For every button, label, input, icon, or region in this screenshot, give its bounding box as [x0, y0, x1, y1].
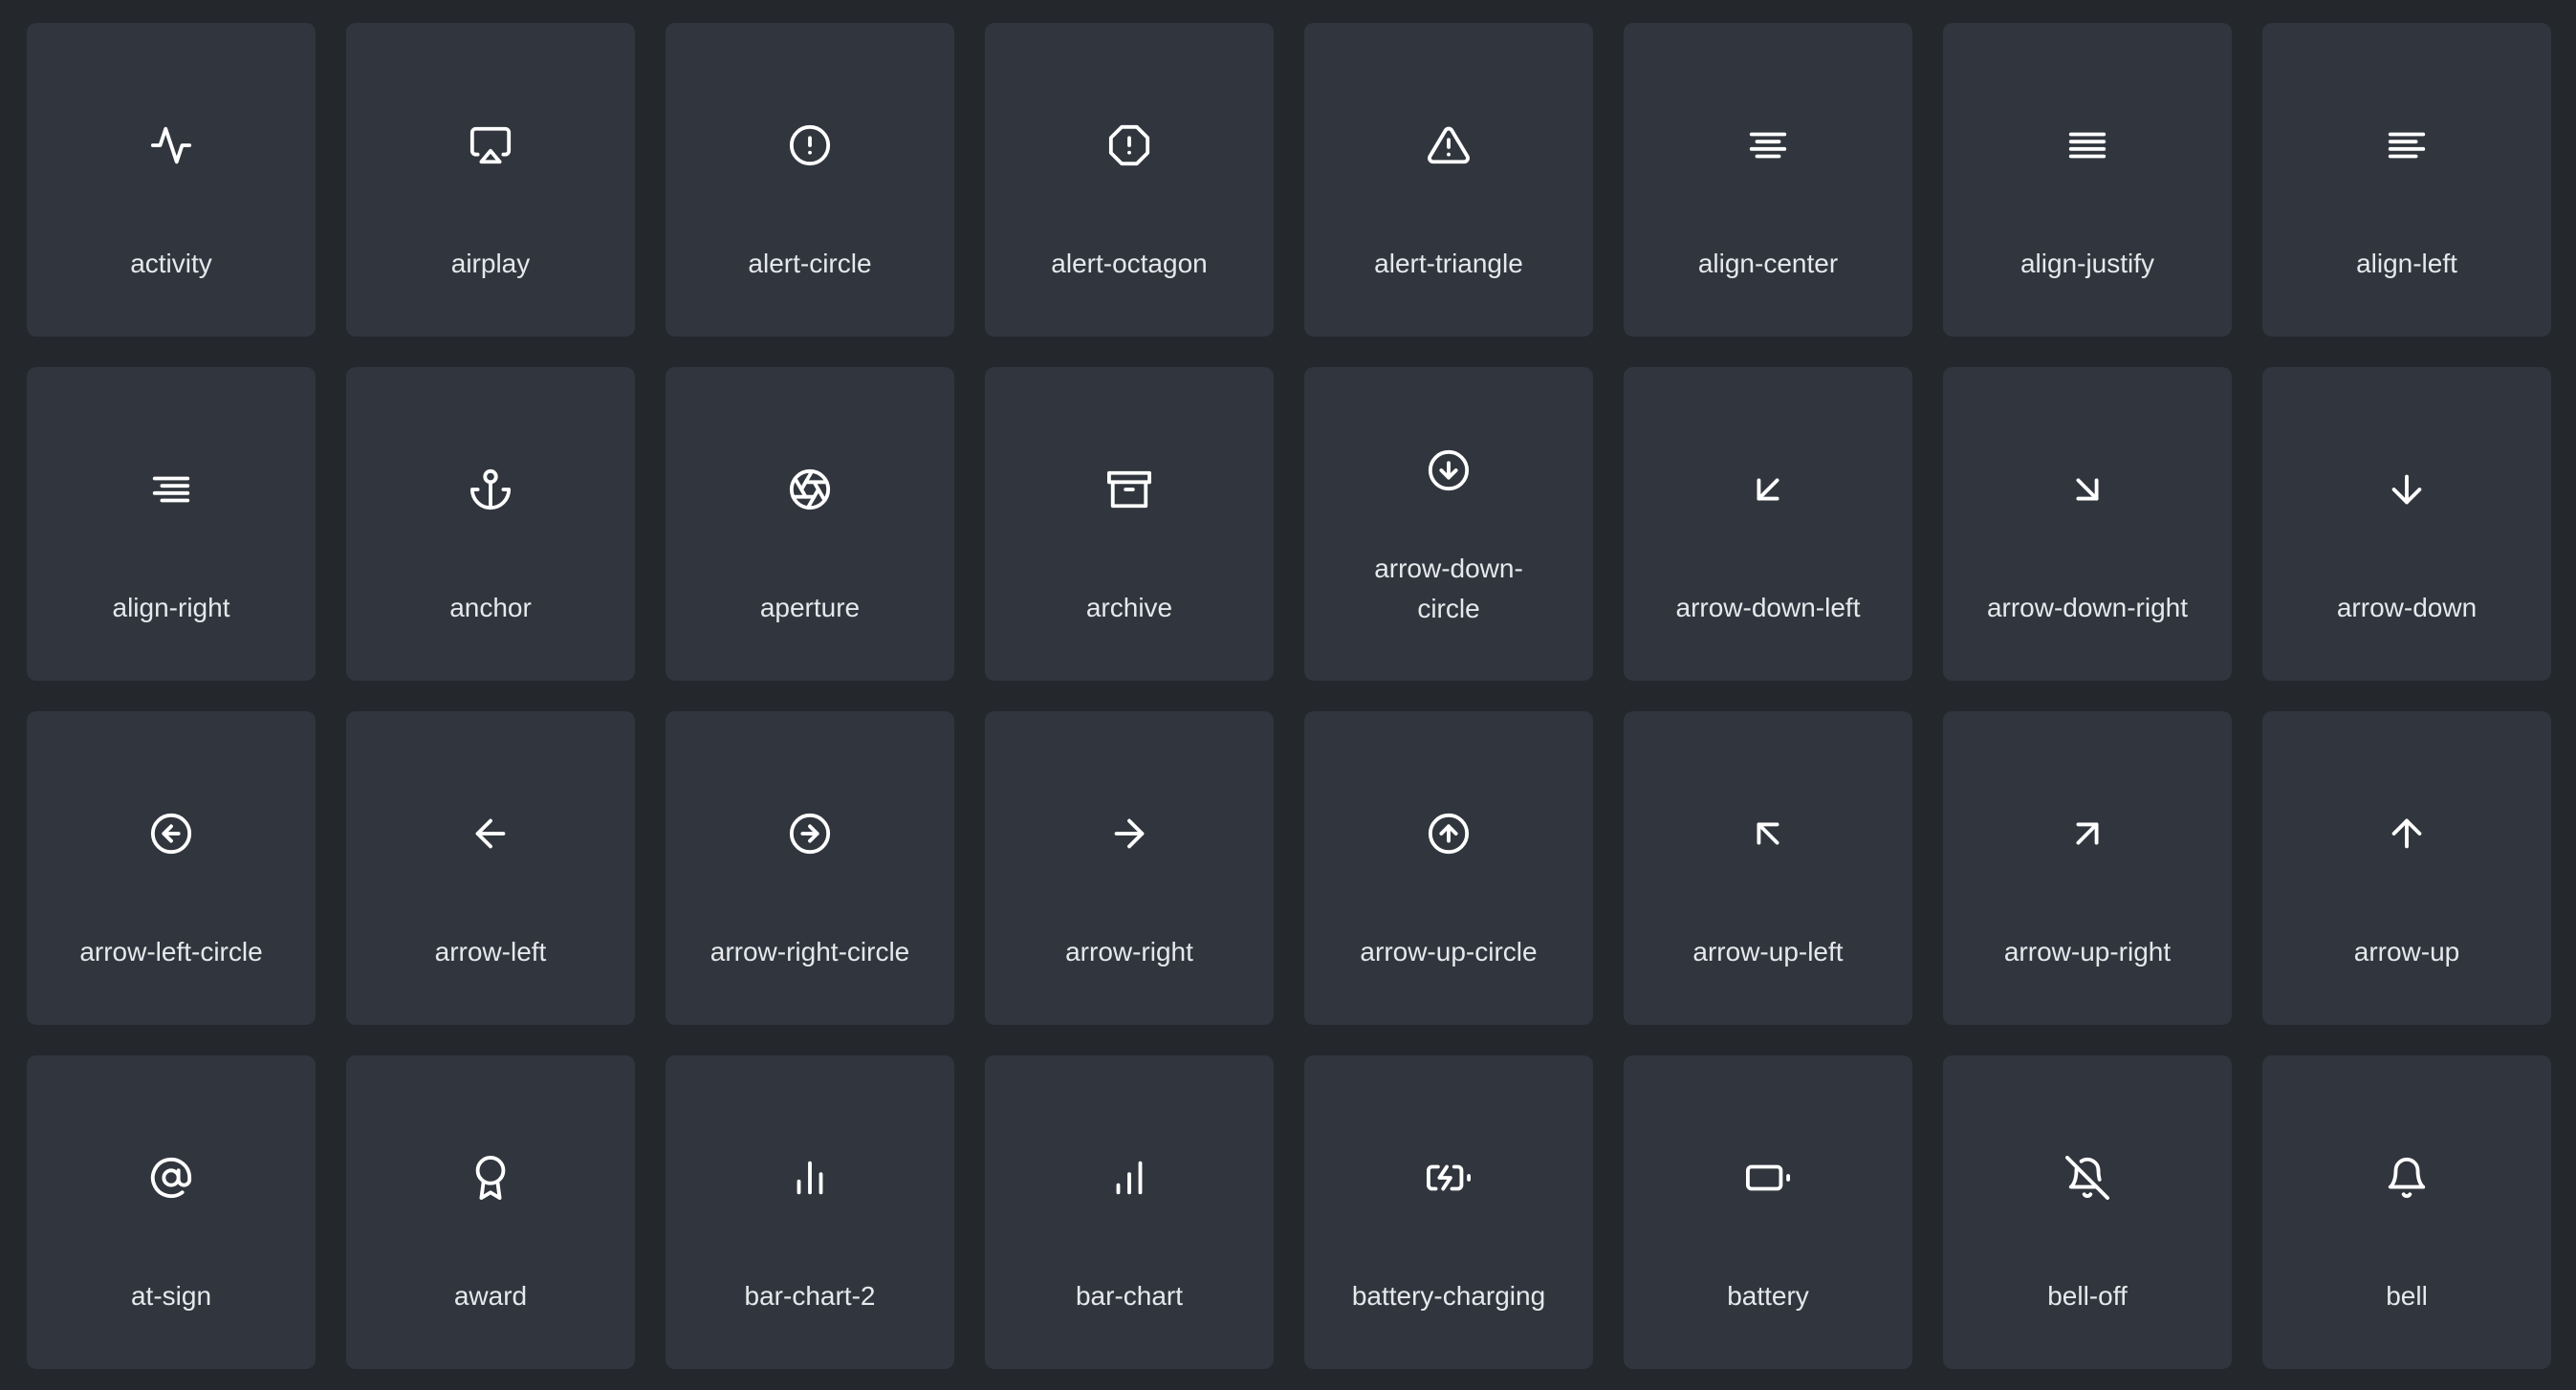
align-left-icon [2385, 123, 2429, 167]
icon-tile-bar-chart[interactable]: bar-chart [985, 1055, 1274, 1369]
icon-label: arrow-left-circle [79, 937, 263, 966]
bar-chart-2-icon [788, 1156, 832, 1200]
icon-label: arrow-right-circle [709, 937, 910, 966]
icon-tile-arrow-right[interactable]: arrow-right [985, 711, 1274, 1025]
icon-tile-alert-circle[interactable]: alert-circle [666, 23, 954, 337]
icon-label: arrow-down-circle [1374, 554, 1523, 623]
arrow-up-left-icon [1746, 812, 1790, 856]
icon-label: arrow-down [2336, 593, 2478, 622]
battery-icon [1746, 1156, 1790, 1200]
arrow-left-circle-icon [149, 812, 193, 856]
icon-label: align-justify [2019, 249, 2155, 278]
icon-label: activity [130, 249, 212, 278]
icon-label: bell [2386, 1281, 2428, 1311]
arrow-down-circle-icon [1427, 448, 1471, 492]
icon-label: alert-triangle [1374, 249, 1523, 278]
icon-label: anchor [449, 593, 532, 622]
icon-tile-align-center[interactable]: align-center [1624, 23, 1912, 337]
icon-tile-arrow-down[interactable]: arrow-down [2262, 367, 2551, 681]
icon-label: alert-circle [748, 249, 872, 278]
icon-label: battery-charging [1351, 1281, 1546, 1311]
icon-tile-battery[interactable]: battery [1624, 1055, 1912, 1369]
icon-label: arrow-down-right [1986, 593, 2189, 622]
icon-label: aperture [759, 593, 861, 622]
arrow-left-icon [469, 812, 513, 856]
arrow-up-right-icon [2065, 812, 2109, 856]
icon-tile-alert-octagon[interactable]: alert-octagon [985, 23, 1274, 337]
battery-charging-icon [1427, 1156, 1471, 1200]
icon-tile-arrow-left-circle[interactable]: arrow-left-circle [27, 711, 316, 1025]
icon-label: arrow-down-left [1675, 593, 1861, 622]
icon-tile-airplay[interactable]: airplay [346, 23, 635, 337]
icon-label: arrow-up-left [1692, 937, 1844, 966]
icon-tile-align-justify[interactable]: align-justify [1943, 23, 2232, 337]
icon-label: alert-octagon [1051, 249, 1208, 278]
icon-label: arrow-up [2353, 937, 2460, 966]
icon-label: bar-chart [1075, 1281, 1184, 1311]
icon-tile-arrow-left[interactable]: arrow-left [346, 711, 635, 1025]
alert-circle-icon [788, 123, 832, 167]
arrow-down-left-icon [1746, 467, 1790, 511]
icon-tile-alert-triangle[interactable]: alert-triangle [1304, 23, 1593, 337]
bell-off-icon [2065, 1156, 2109, 1200]
icon-tile-at-sign[interactable]: at-sign [27, 1055, 316, 1369]
icon-tile-arrow-up-circle[interactable]: arrow-up-circle [1304, 711, 1593, 1025]
icon-label: battery [1727, 1281, 1809, 1311]
icon-tile-award[interactable]: award [346, 1055, 635, 1369]
icon-label: airplay [450, 249, 531, 278]
icon-tile-align-right[interactable]: align-right [27, 367, 316, 681]
arrow-up-circle-icon [1427, 812, 1471, 856]
icon-tile-align-left[interactable]: align-left [2262, 23, 2551, 337]
at-sign-icon [149, 1156, 193, 1200]
icon-label: align-right [112, 593, 230, 622]
alert-octagon-icon [1107, 123, 1151, 167]
icon-tile-battery-charging[interactable]: battery-charging [1304, 1055, 1593, 1369]
icon-label: align-left [2356, 249, 2457, 278]
arrow-down-right-icon [2065, 467, 2109, 511]
align-right-icon [149, 467, 193, 511]
icon-tile-arrow-up[interactable]: arrow-up [2262, 711, 2551, 1025]
icon-label: arrow-up-circle [1360, 937, 1538, 966]
icon-tile-bell-off[interactable]: bell-off [1943, 1055, 2232, 1369]
anchor-icon [469, 467, 513, 511]
icon-tile-bar-chart-2[interactable]: bar-chart-2 [666, 1055, 954, 1369]
arrow-up-icon [2385, 812, 2429, 856]
icon-tile-arrow-up-left[interactable]: arrow-up-left [1624, 711, 1912, 1025]
icon-label: award [453, 1281, 528, 1311]
alert-triangle-icon [1427, 123, 1471, 167]
arrow-right-icon [1107, 812, 1151, 856]
align-justify-icon [2065, 123, 2109, 167]
bell-icon [2385, 1156, 2429, 1200]
icon-tile-arrow-down-circle[interactable]: arrow-down-circle [1304, 367, 1593, 681]
icon-tile-arrow-down-right[interactable]: arrow-down-right [1943, 367, 2232, 681]
icon-label: bar-chart-2 [744, 1281, 876, 1311]
arrow-down-icon [2385, 467, 2429, 511]
icon-tile-anchor[interactable]: anchor [346, 367, 635, 681]
aperture-icon [788, 467, 832, 511]
icon-tile-aperture[interactable]: aperture [666, 367, 954, 681]
icon-tile-arrow-right-circle[interactable]: arrow-right-circle [666, 711, 954, 1025]
icon-label: arrow-left [434, 937, 547, 966]
archive-icon [1107, 467, 1151, 511]
icon-label: archive [1085, 593, 1173, 622]
icon-tile-activity[interactable]: activity [27, 23, 316, 337]
icon-label: at-sign [130, 1281, 212, 1311]
bar-chart-icon [1107, 1156, 1151, 1200]
icon-tile-bell[interactable]: bell [2262, 1055, 2551, 1369]
icon-label: bell-off [2047, 1281, 2128, 1311]
award-icon [469, 1156, 513, 1200]
icon-tile-arrow-down-left[interactable]: arrow-down-left [1624, 367, 1912, 681]
align-center-icon [1746, 123, 1790, 167]
icon-tile-arrow-up-right[interactable]: arrow-up-right [1943, 711, 2232, 1025]
icon-grid: activity airplay alert-circle alert-octa… [27, 23, 2551, 1369]
activity-icon [149, 123, 193, 167]
icon-label: arrow-right [1065, 937, 1193, 966]
icon-label: arrow-up-right [2003, 937, 2172, 966]
airplay-icon [469, 123, 513, 167]
arrow-right-circle-icon [788, 812, 832, 856]
icon-tile-archive[interactable]: archive [985, 367, 1274, 681]
icon-label: align-center [1697, 249, 1839, 278]
